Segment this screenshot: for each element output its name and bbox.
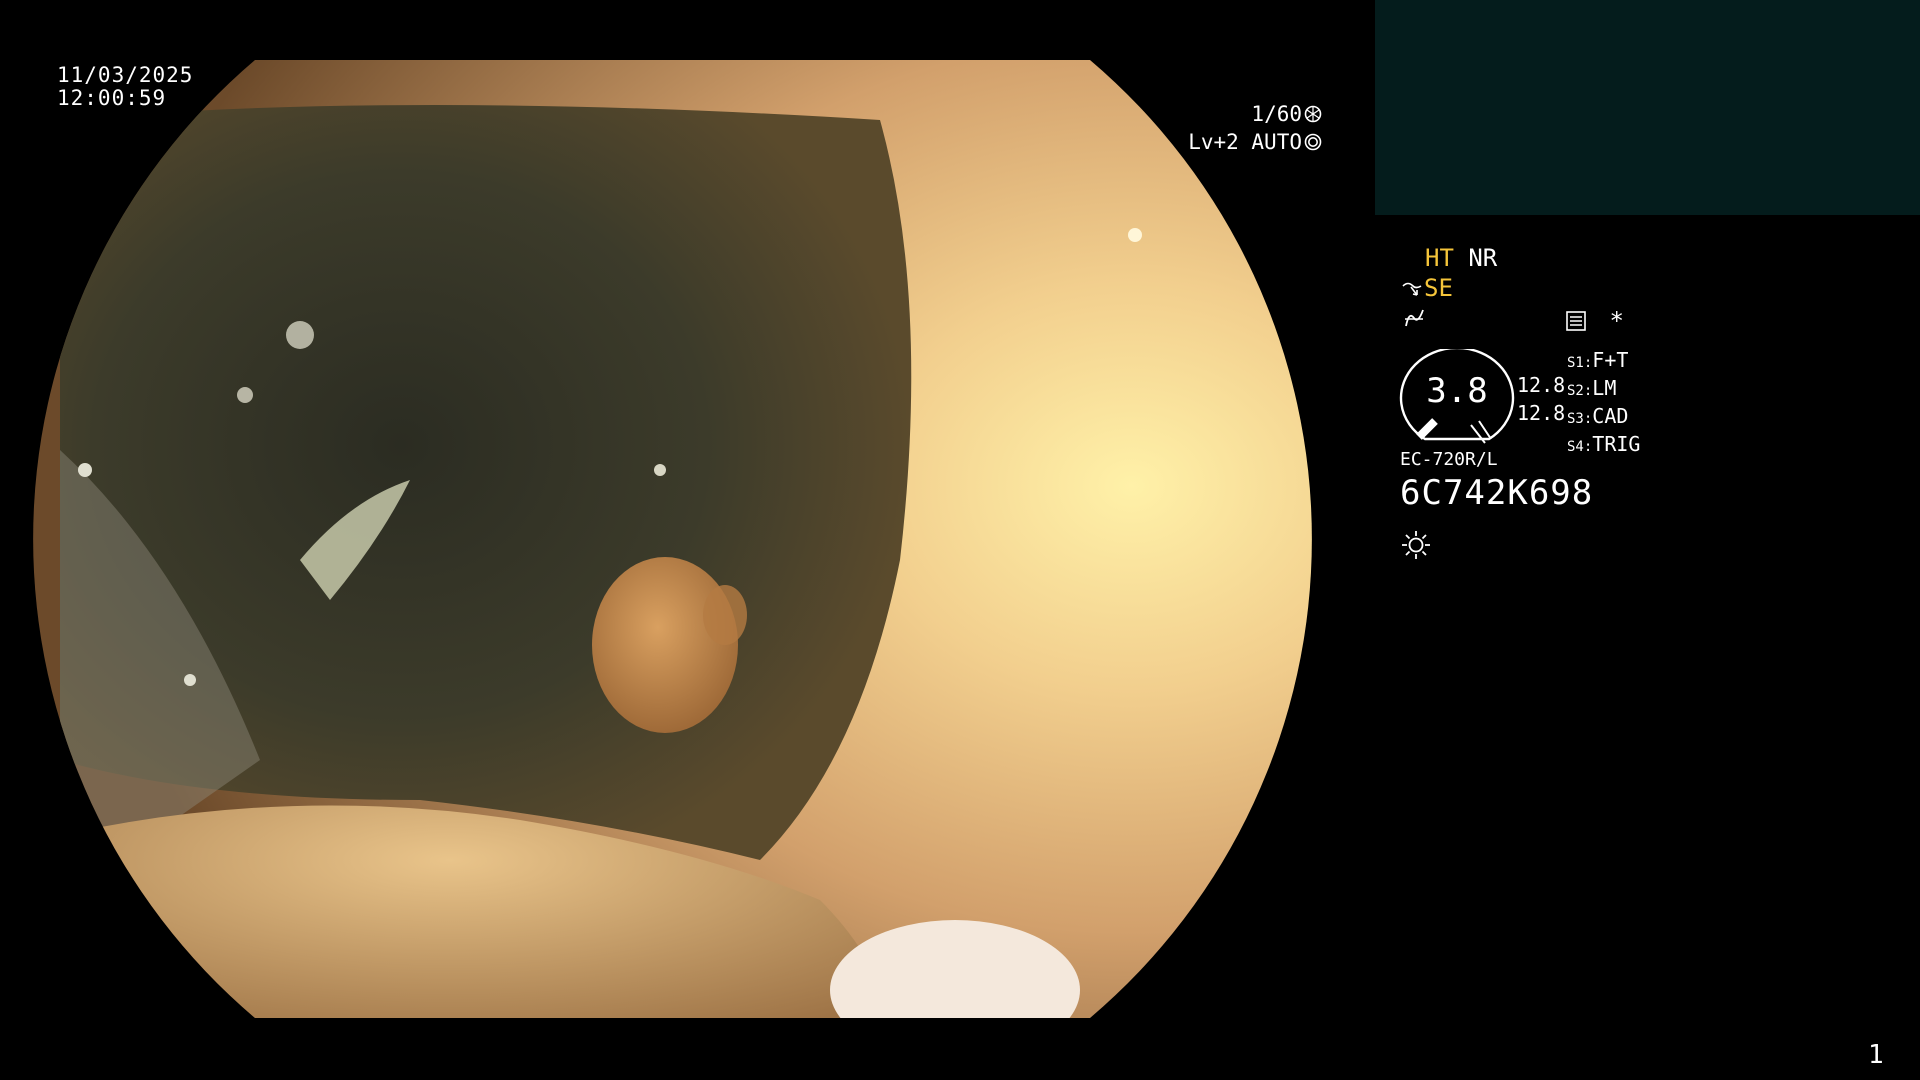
scope-serial: 6C742K698 [1400,473,1594,513]
gauge-values: 12.8 12.8 [1517,371,1565,427]
mode-ht: HT [1425,244,1454,272]
setting-row-s3: S3:CAD [1567,404,1629,428]
light-row [1400,529,1432,565]
setting-row-s1: S1:F+T [1567,348,1629,372]
shutter-speed: 1/60 [1251,102,1302,126]
scope-model: EC-720R/L [1400,449,1498,470]
date-label: 11/03/2025 [57,63,194,87]
enhance-row [1403,307,1425,333]
date-time: 11/03/2025 12:00:59 [57,64,193,110]
mode-row-se: SE [1402,273,1453,303]
mode-row-ht-nr: HT NR [1425,243,1497,273]
zoom-gauge: 3.8 [1399,346,1515,445]
brightness-level: Lv+2 AUTO [1188,130,1302,154]
page-number: 1 [1868,1040,1884,1070]
mode-nr: NR [1468,244,1498,272]
memo-row: * [1565,307,1624,335]
shutter-icon [1304,105,1322,123]
setting-row-s4: S4:TRIG [1567,432,1641,456]
value-bottom: 12.8 [1517,401,1566,425]
curve-icon [1405,309,1424,327]
info-panel: HT NR SE * 3.8 12.8 12.8 S1:F+T S2:LM S3… [1375,215,1920,1080]
gauge-value: 3.8 [1426,371,1488,411]
time-label: 12:00:59 [57,86,167,110]
iris-icon [1304,133,1322,151]
wave-arrow-icon [1402,282,1422,296]
asterisk-mark: * [1609,307,1624,335]
memo-icon [1566,311,1586,331]
mode-se: SE [1424,274,1453,302]
exposure-info: 1/60 Lv+2 AUTO [1140,100,1322,156]
thumbnail-panel [1375,0,1920,215]
scope-switch-settings: S1:F+T S2:LM S3:CAD S4:TRIG [1567,348,1640,460]
sun-icon [1402,531,1430,559]
endoscopic-image [33,60,1312,1018]
setting-row-s2: S2:LM [1567,376,1617,400]
value-top: 12.8 [1517,373,1566,397]
endoscope-view [0,0,1380,1080]
